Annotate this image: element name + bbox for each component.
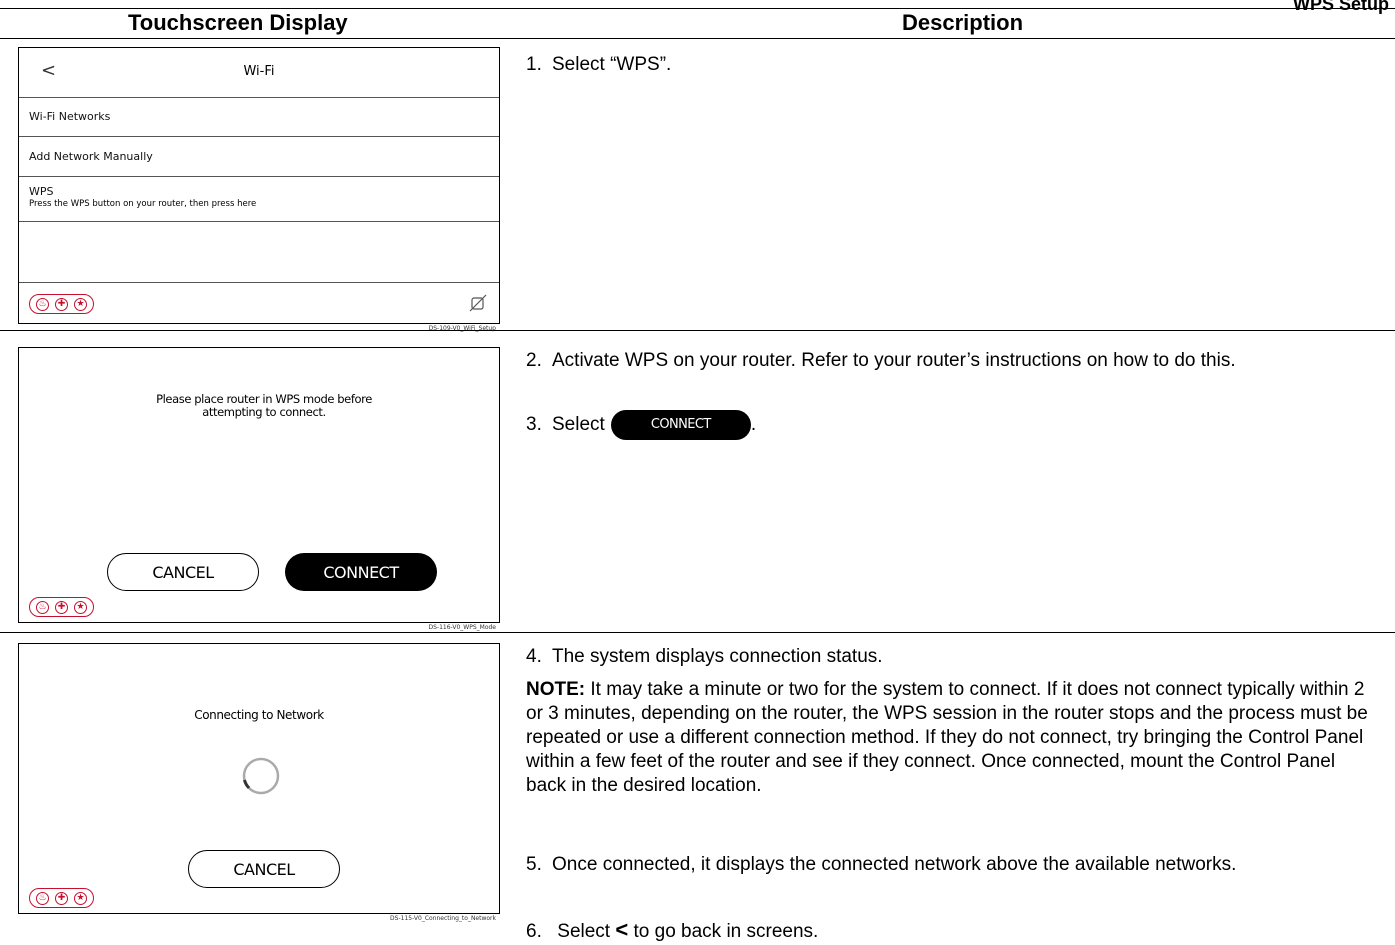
add-network-manually-item[interactable]: Add Network Manually: [19, 137, 499, 177]
header-rule: [0, 8, 1395, 9]
step-4: 4. The system displays connection status.: [526, 645, 1386, 669]
column-heading-description: Description: [902, 10, 1024, 35]
cancel-button[interactable]: CANCEL: [107, 553, 259, 591]
wifi-title: Wi-Fi: [243, 64, 275, 79]
back-chevron-icon: <: [615, 917, 629, 942]
step-5: 5. Once connected, it displays the connec…: [526, 853, 1386, 877]
step-number: 1.: [526, 54, 542, 75]
screen-wifi: < Wi-Fi Wi-Fi Networks Add Network Manua…: [18, 47, 500, 332]
step-3: 3. Select CONNECT .: [526, 410, 1386, 440]
medical-icon[interactable]: ✚: [55, 891, 68, 905]
wps-mode-message: Please place router in WPS mode before a…: [156, 392, 372, 419]
screen-caption: DS-115-V0_Connecting_to_Network: [390, 915, 496, 922]
step-2: 2. Activate WPS on your router. Refer to …: [526, 349, 1386, 373]
wifi-header-row: < Wi-Fi: [19, 48, 499, 98]
step-number: 2.: [526, 350, 542, 371]
screen-caption: DS-116-V0_WPS_Mode: [428, 624, 497, 631]
screen-connecting: Connecting to Network CANCEL ♨ ✚ ★ DS-11…: [18, 643, 500, 922]
screen-caption: DS-109-V0_WiFi_Setup: [428, 325, 496, 332]
medical-icon[interactable]: ✚: [55, 297, 68, 311]
wifi-off-icon: [469, 294, 487, 312]
step-text: Select: [557, 921, 611, 942]
cancel-button[interactable]: CANCEL: [188, 850, 340, 888]
step-1: 1. Select “WPS”.: [526, 53, 1386, 77]
row-divider-1: [0, 330, 1395, 331]
wifi-networks-item[interactable]: Wi-Fi Networks: [19, 98, 499, 137]
column-heading-rule: [0, 38, 1395, 39]
connect-button[interactable]: CONNECT: [285, 553, 437, 591]
step-number: 5.: [526, 854, 542, 875]
row-divider-2: [0, 632, 1395, 633]
step-text: Once connected, it displays the connecte…: [552, 854, 1237, 875]
police-icon[interactable]: ★: [74, 297, 87, 311]
wps-label: WPS: [29, 185, 54, 198]
fire-icon[interactable]: ♨: [36, 891, 49, 905]
step-6: 6. Select < to go back in screens.: [526, 918, 1386, 944]
column-heading-display: Touchscreen Display: [128, 10, 348, 35]
step-text: Activate WPS on your router. Refer to yo…: [552, 350, 1236, 371]
step-text: The system displays connection status.: [552, 646, 883, 667]
loading-spinner-icon: [242, 757, 280, 795]
medical-icon[interactable]: ✚: [55, 600, 68, 614]
note-text: It may take a minute or two for the syst…: [526, 679, 1368, 796]
police-icon[interactable]: ★: [74, 891, 87, 905]
step-text: Select: [552, 414, 605, 435]
step-text: Select “WPS”.: [552, 54, 672, 75]
add-network-label: Add Network Manually: [29, 150, 153, 163]
police-icon[interactable]: ★: [74, 600, 87, 614]
inline-connect-button-image: CONNECT: [610, 410, 751, 440]
wifi-networks-label: Wi-Fi Networks: [29, 110, 111, 123]
emergency-buttons[interactable]: ♨ ✚ ★: [29, 597, 94, 617]
step-text: .: [750, 414, 757, 435]
step-number: 3.: [526, 414, 542, 435]
emergency-buttons[interactable]: ♨ ✚ ★: [29, 888, 94, 908]
step-number: 6.: [526, 921, 542, 942]
wps-item[interactable]: WPS Press the WPS button on your router,…: [19, 177, 499, 222]
fire-icon[interactable]: ♨: [36, 600, 49, 614]
connecting-message: Connecting to Network: [194, 708, 324, 722]
note-label: NOTE:: [526, 679, 586, 700]
step-number: 4.: [526, 646, 542, 667]
step-text: to go back in screens.: [633, 921, 819, 942]
wps-sublabel: Press the WPS button on your router, the…: [29, 199, 257, 209]
note-block: NOTE: It may take a minute or two for th…: [526, 678, 1376, 798]
fire-icon[interactable]: ♨: [36, 297, 49, 311]
emergency-buttons[interactable]: ♨ ✚ ★: [29, 294, 94, 314]
screen-wps-mode: Please place router in WPS mode before a…: [18, 347, 500, 631]
empty-row: [19, 222, 499, 283]
